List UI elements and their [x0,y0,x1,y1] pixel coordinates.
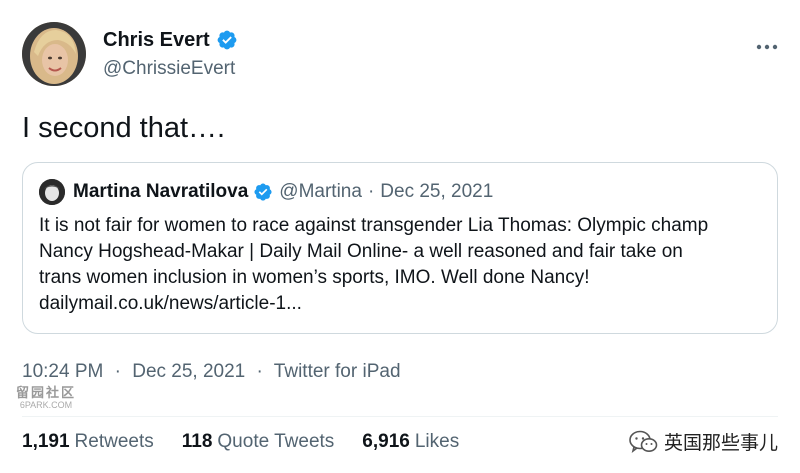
quote-header: Martina Navratilova @Martina · Dec 25, 2… [39,179,493,205]
quote-tweets-label: Quote Tweets [217,431,335,452]
tweet-text: I second that…. [22,112,226,144]
quote-link[interactable]: dailymail.co.uk/news/article-1... [39,291,763,317]
quote-body: It is not fair for women to race against… [39,213,763,317]
tweet-card: Chris Evert @ChrissieEvert I second that… [0,0,800,473]
author-handle[interactable]: @ChrissieEvert [103,57,235,81]
author-avatar[interactable] [22,22,86,86]
author-avatar-image [22,22,86,86]
likes-stat[interactable]: 6,916 Likes [362,430,459,454]
quote-separator: · [367,181,375,202]
meta-separator: · [256,361,263,382]
quote-avatar[interactable] [39,179,65,205]
watermark-6park: 留园社区 6PARK.COM [6,386,86,411]
retweets-count: 1,191 [22,431,70,452]
meta-separator: · [114,361,121,382]
retweets-label: Retweets [74,431,154,452]
verified-badge-icon [217,30,237,50]
author-name-row[interactable]: Chris Evert [103,28,238,52]
quote-verified-badge-icon [254,183,272,201]
watermark-wechat-text: 英国那些事儿 [663,433,778,454]
quote-date: Dec 25, 2021 [380,181,494,202]
watermark-6park-cn: 留园社区 [15,385,76,400]
tweet-meta: 10:24 PM · Dec 25, 2021 · Twitter for iP… [22,360,401,384]
stats-divider [22,416,778,417]
more-options-icon[interactable] [756,30,778,56]
quote-tweets-stat[interactable]: 118 Quote Tweets [182,430,335,454]
quote-line: trans women inclusion in women’s sports,… [39,267,590,288]
more-dots [756,44,778,50]
wechat-icon [629,430,658,453]
tweet-date[interactable]: Dec 25, 2021 [132,361,245,382]
tweet-time[interactable]: 10:24 PM [22,361,103,382]
quoted-tweet[interactable]: Martina Navratilova @Martina · Dec 25, 2… [22,162,778,334]
quote-line: It is not fair for women to race against… [39,215,709,236]
quote-author-name: Martina Navratilova [73,181,249,202]
likes-count: 6,916 [362,431,410,452]
retweets-stat[interactable]: 1,191 Retweets [22,430,154,454]
quote-author-handle: @Martina [279,181,362,202]
quote-line: Nancy Hogshead-Makar | Daily Mail Online… [39,241,683,262]
likes-label: Likes [414,431,460,452]
watermark-6park-en: 6PARK.COM [19,400,73,410]
engagement-stats: 1,191 Retweets 118 Quote Tweets 6,916 Likes [22,430,487,454]
quote-tweets-count: 118 [181,431,213,452]
quote-avatar-image [39,179,65,205]
watermark-wechat: 英国那些事儿 [628,428,778,455]
tweet-source[interactable]: Twitter for iPad [274,361,401,382]
author-name[interactable]: Chris Evert [103,28,210,52]
